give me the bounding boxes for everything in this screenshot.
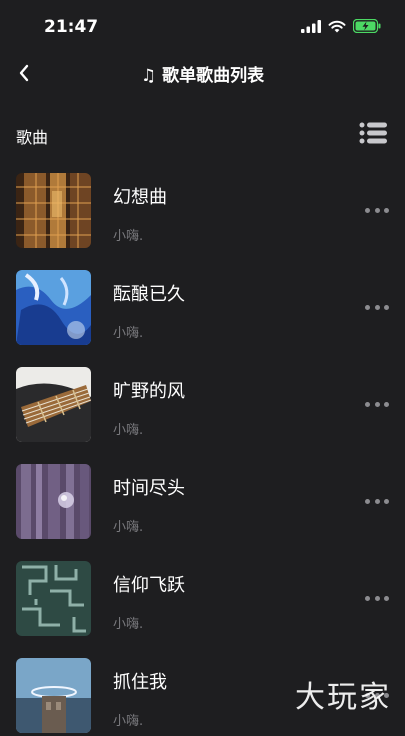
section-title: 歌曲 — [16, 128, 49, 147]
song-artist: 小嗨. — [113, 617, 144, 632]
signal-icon — [301, 19, 321, 33]
list-icon — [359, 122, 387, 144]
song-title: 幻想曲 — [113, 187, 167, 208]
more-button[interactable] — [365, 591, 389, 605]
song-title: 酝酿已久 — [113, 284, 185, 305]
page-title: ♫ 歌单歌曲列表 — [0, 61, 405, 86]
status-time: 21:47 — [44, 17, 99, 37]
song-row[interactable]: 幻想曲 小嗨. — [0, 173, 405, 251]
album-cover — [16, 173, 91, 248]
list-view-button[interactable] — [359, 122, 387, 146]
song-artist: 小嗨. — [113, 423, 144, 438]
song-artist: 小嗨. — [113, 326, 144, 341]
battery-charging-icon — [353, 19, 381, 33]
album-cover — [16, 561, 91, 636]
song-title: 时间尽头 — [113, 478, 185, 499]
album-cover — [16, 464, 91, 539]
more-button[interactable] — [365, 397, 389, 411]
watermark: 大玩家 — [295, 680, 391, 715]
status-icons — [301, 19, 381, 33]
music-note-icon: ♫ — [140, 66, 157, 86]
page-title-text: 歌单歌曲列表 — [162, 66, 265, 86]
song-row[interactable]: 旷野的风 小嗨. — [0, 367, 405, 445]
status-bar: 21:47 — [0, 0, 405, 52]
section-header: 歌曲 — [0, 112, 405, 156]
song-artist: 小嗨. — [113, 229, 144, 244]
song-title: 抓住我 — [113, 672, 167, 693]
more-button[interactable] — [365, 203, 389, 217]
more-button[interactable] — [365, 300, 389, 314]
album-cover — [16, 658, 91, 733]
song-title: 旷野的风 — [113, 381, 185, 402]
song-artist: 小嗨. — [113, 520, 144, 535]
album-cover — [16, 367, 91, 442]
song-row[interactable]: 信仰飞跃 小嗨. — [0, 561, 405, 639]
more-button[interactable] — [365, 494, 389, 508]
song-row[interactable]: 酝酿已久 小嗨. — [0, 270, 405, 348]
nav-bar: ♫ 歌单歌曲列表 — [0, 52, 405, 94]
song-title: 信仰飞跃 — [113, 575, 185, 596]
album-cover — [16, 270, 91, 345]
song-row[interactable]: 时间尽头 小嗨. — [0, 464, 405, 542]
wifi-icon — [328, 20, 346, 32]
